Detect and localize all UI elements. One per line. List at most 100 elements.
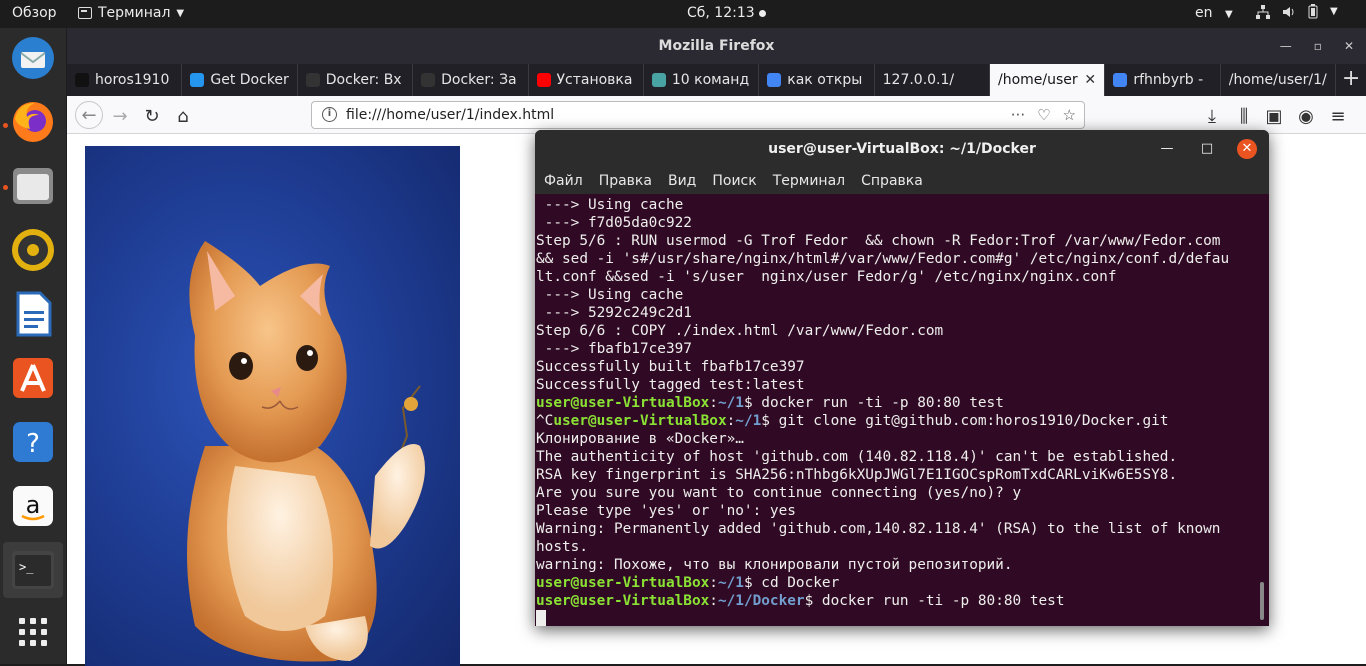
prompt-user: user@user-VirtualBox <box>536 395 710 411</box>
forward-button[interactable]: → <box>107 103 133 129</box>
habr-icon <box>305 73 320 87</box>
show-applications-icon[interactable] <box>9 608 57 656</box>
help-icon[interactable]: ? <box>9 418 57 466</box>
tab-1[interactable]: Get Docker <box>182 64 298 96</box>
tab-10[interactable]: /home/user/1/ <box>1221 64 1337 96</box>
close-icon[interactable]: ✕ <box>1344 28 1354 64</box>
terminal-line: Successfully built fbafb17ce397 <box>536 359 805 375</box>
rhythmbox-icon[interactable] <box>9 226 57 274</box>
url-bar[interactable]: i file:///home/user/1/index.html ··· ♡ ☆ <box>311 101 1085 129</box>
dock: ? a >_ <box>0 28 66 664</box>
running-indicator <box>3 185 8 190</box>
system-tray[interactable]: ▼ <box>1256 4 1338 19</box>
notification-dot-icon <box>758 9 766 17</box>
ubuntu-software-icon[interactable] <box>9 354 57 402</box>
terminal-line: Please type 'yes' or 'no': yes <box>536 503 796 519</box>
terminal-line: Warning: Permanently added 'github.com,1… <box>536 521 1221 537</box>
libreoffice-writer-icon[interactable] <box>9 290 57 338</box>
back-button[interactable]: ← <box>75 101 103 129</box>
minimize-icon[interactable]: — <box>1157 139 1177 159</box>
bookmark-star-icon[interactable]: ☆ <box>1063 106 1076 124</box>
kitten-image <box>85 146 460 666</box>
svg-text:?: ? <box>26 429 40 459</box>
github-icon <box>75 73 89 87</box>
command-text: $ docker run -ti -p 80:80 test <box>743 395 1004 411</box>
terminal-window[interactable]: user@user-VirtualBox: ~/1/Docker — □ ✕ Ф… <box>535 130 1269 626</box>
tab-6[interactable]: как откры <box>759 64 875 96</box>
tab-5[interactable]: 10 команд <box>644 64 760 96</box>
google-icon <box>767 73 782 87</box>
close-icon[interactable]: ✕ <box>1237 139 1257 159</box>
terminal-small-icon <box>78 7 92 19</box>
firefox-titlebar[interactable]: Mozilla Firefox — ▫ ✕ <box>67 28 1366 64</box>
menu-help[interactable]: Справка <box>861 173 923 189</box>
terminal-icon[interactable]: >_ <box>3 542 63 598</box>
tab-label: /home/user/1/ <box>1228 72 1327 88</box>
terminal-menubar: Файл Правка Вид Поиск Терминал Справка <box>535 168 1269 194</box>
command-text: $ docker run -ti -p 80:80 test <box>804 593 1065 609</box>
prompt-separator: : <box>709 593 718 609</box>
habr-icon <box>421 73 436 87</box>
firefox-icon[interactable] <box>9 98 57 146</box>
terminal-line: Step 6/6 : COPY ./index.html /var/www/Fe… <box>536 323 944 339</box>
prompt-user: user@user-VirtualBox <box>553 413 727 429</box>
prompt-prefix: ^C <box>536 413 554 429</box>
downloads-icon[interactable]: ⤓ <box>1199 103 1225 129</box>
terminal-scrollbar[interactable] <box>1260 582 1264 620</box>
tab-2[interactable]: Docker: Вх <box>298 64 414 96</box>
clock[interactable]: Сб, 12:13 <box>687 5 766 21</box>
prompt-separator: : <box>709 575 718 591</box>
new-tab-button[interactable]: + <box>1336 64 1366 96</box>
google-icon <box>1113 73 1128 87</box>
menu-icon[interactable]: ≡ <box>1325 103 1351 129</box>
svg-text:>_: >_ <box>19 560 34 574</box>
language-selector[interactable]: en ▼ <box>1195 5 1233 21</box>
maximize-icon[interactable]: □ <box>1197 139 1217 159</box>
terminal-output[interactable]: ---> Using cache ---> f7d05da0c922 Step 5… <box>535 194 1269 626</box>
thunderbird-icon[interactable] <box>9 34 57 82</box>
files-icon[interactable] <box>9 162 57 210</box>
prompt-path: ~/1 <box>735 413 762 429</box>
menu-terminal[interactable]: Терминал <box>773 173 845 189</box>
app-menu[interactable]: Терминал ▼ <box>78 5 184 21</box>
tab-9[interactable]: rfhnbyrb - <box>1105 64 1221 96</box>
terminal-line: lt.conf &&sed -i 's/user nginx/user Fedo… <box>536 269 1117 285</box>
terminal-line: && sed -i 's#/usr/share/nginx/html#/var/… <box>536 251 1230 267</box>
volume-icon <box>1283 6 1294 17</box>
menu-file[interactable]: Файл <box>544 173 583 189</box>
terminal-line: ---> Using cache <box>536 287 684 303</box>
reload-button[interactable]: ↻ <box>139 103 165 129</box>
terminal-line: warning: Похоже, что вы клонировали пуст… <box>536 557 1013 573</box>
home-button[interactable]: ⌂ <box>170 103 196 129</box>
tab-3[interactable]: Docker: За <box>413 64 529 96</box>
info-icon[interactable]: i <box>322 107 337 122</box>
tab-4[interactable]: Установка <box>529 64 644 96</box>
docker-icon <box>190 73 205 87</box>
tab-7[interactable]: 127.0.0.1/ <box>875 64 990 96</box>
network-icon <box>1256 4 1270 19</box>
library-icon[interactable]: ⫼ <box>1231 103 1257 129</box>
sidebar-icon[interactable]: ▣ <box>1261 103 1287 129</box>
menu-edit[interactable]: Правка <box>599 173 652 189</box>
menu-search[interactable]: Поиск <box>712 173 756 189</box>
language-label: en <box>1195 5 1213 21</box>
menu-view[interactable]: Вид <box>668 173 696 189</box>
close-tab-icon[interactable]: ✕ <box>1084 72 1104 88</box>
command-text: $ cd Docker <box>743 575 840 591</box>
page-actions-icon[interactable]: ··· <box>1011 106 1025 124</box>
amazon-icon[interactable]: a <box>9 482 57 530</box>
tab-label: Get Docker <box>210 72 289 88</box>
url-text: file:///home/user/1/index.html <box>346 107 555 123</box>
tab-0[interactable]: horos1910 <box>67 64 183 96</box>
minimize-icon[interactable]: — <box>1280 28 1292 64</box>
terminal-titlebar[interactable]: user@user-VirtualBox: ~/1/Docker — □ ✕ <box>535 130 1269 168</box>
maximize-icon[interactable]: ▫ <box>1314 28 1322 64</box>
activities-button[interactable]: Обзор <box>12 5 57 21</box>
terminal-line: The authenticity of host 'github.com (14… <box>536 449 1178 465</box>
pocket-icon[interactable]: ♡ <box>1037 106 1050 124</box>
account-icon[interactable]: ◉ <box>1293 103 1319 129</box>
chevron-down-icon: ▼ <box>1330 6 1338 17</box>
tab-label: 10 команд <box>671 72 750 88</box>
tab-8[interactable]: /home/user ✕ <box>990 64 1106 96</box>
tab-label: Установка <box>556 72 633 88</box>
